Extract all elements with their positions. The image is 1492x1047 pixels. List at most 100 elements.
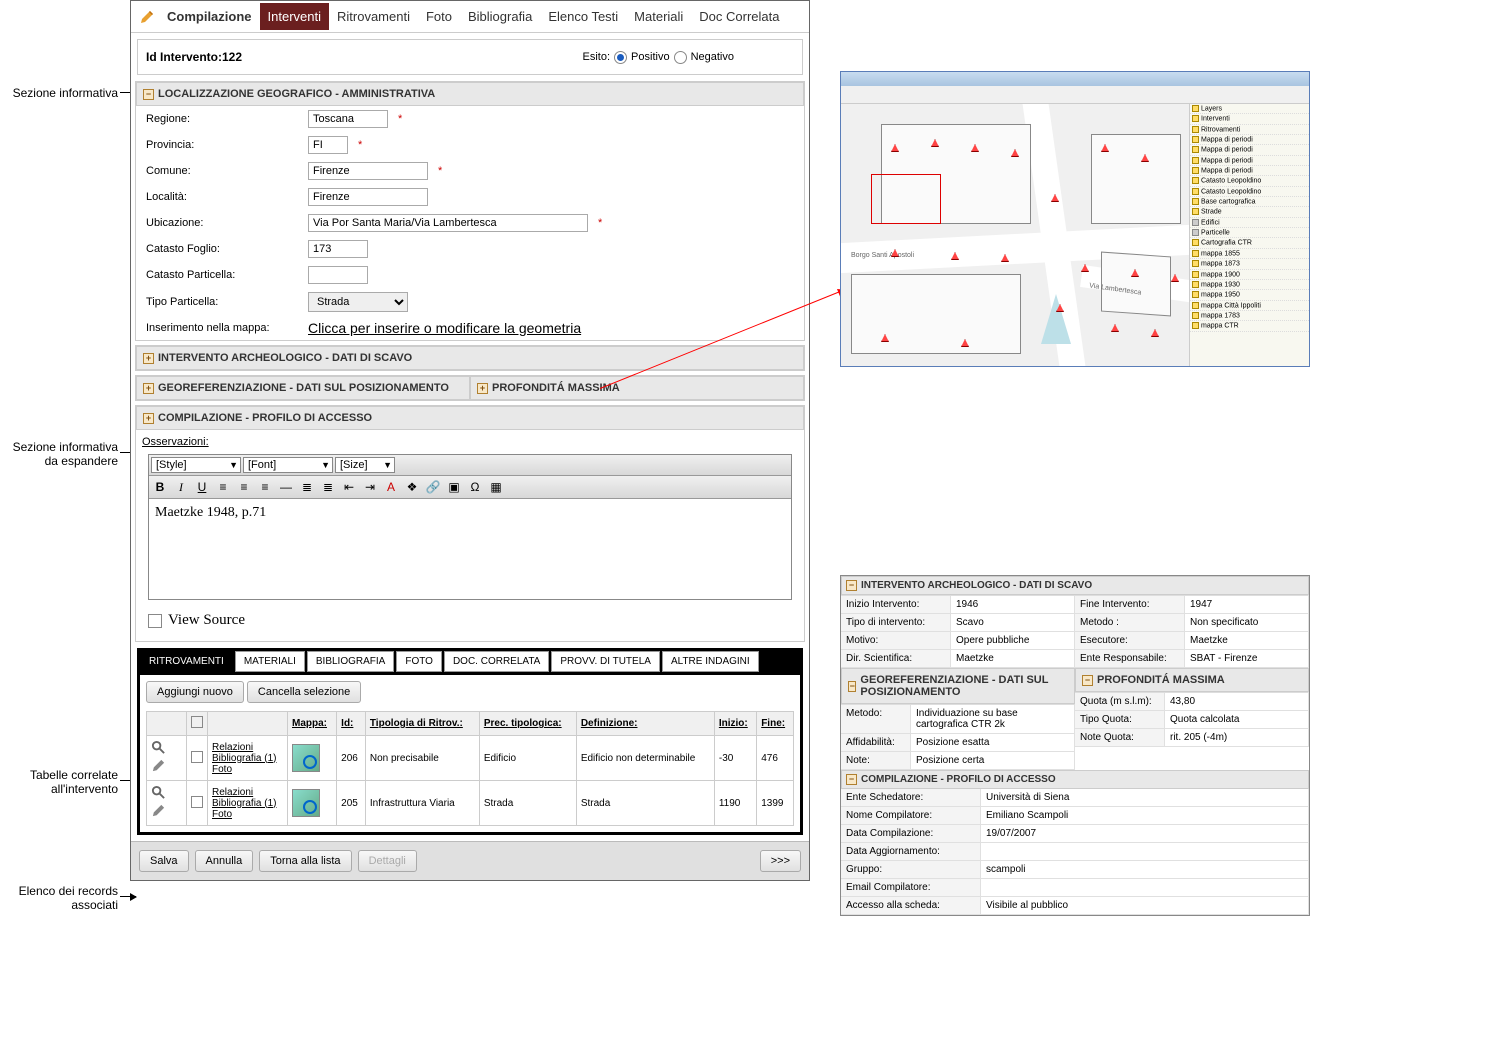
tab-ritrovamenti[interactable]: Ritrovamenti	[329, 3, 418, 30]
btn-salva[interactable]: Salva	[139, 850, 189, 872]
tab-compilazione[interactable]: Compilazione	[159, 3, 260, 30]
collapse-icon[interactable]: −	[1082, 675, 1093, 686]
link-relazioni[interactable]: Relazioni	[212, 787, 283, 798]
input-catasto-particella[interactable]	[308, 266, 368, 284]
link-foto[interactable]: Foto	[212, 809, 283, 820]
checkbox-row[interactable]	[191, 796, 203, 808]
cell-inizio: 1190	[714, 781, 756, 826]
underline-icon[interactable]: U	[193, 478, 211, 496]
main-form-panel: Compilazione Interventi Ritrovamenti Fot…	[130, 0, 810, 881]
section-localizzazione[interactable]: − LOCALIZZAZIONE GEOGRAFICO - AMMINISTRA…	[136, 82, 804, 106]
section-profondita[interactable]: + PROFONDITÁ MASSIMA	[470, 376, 804, 400]
bold-icon[interactable]: B	[151, 478, 169, 496]
magnify-icon[interactable]	[151, 740, 166, 755]
link-icon[interactable]: 🔗	[424, 478, 442, 496]
list-ordered-icon[interactable]: ≣	[298, 478, 316, 496]
table-icon[interactable]: ▦	[487, 478, 505, 496]
collapse-icon[interactable]: −	[848, 681, 856, 692]
link-relazioni[interactable]: Relazioni	[212, 742, 283, 753]
rp-section-profondita[interactable]: − PROFONDITÁ MASSIMA	[1075, 668, 1309, 692]
tab-interventi[interactable]: Interventi	[260, 3, 329, 30]
magnify-icon[interactable]	[151, 785, 166, 800]
checkbox-select-all[interactable]	[191, 716, 203, 728]
edit-icon[interactable]	[151, 803, 166, 818]
subtab-provv-tutela[interactable]: PROVV. DI TUTELA	[551, 651, 660, 672]
th-fine[interactable]: Fine:	[757, 712, 794, 736]
th-inizio[interactable]: Inizio:	[714, 712, 756, 736]
btn-aggiungi-nuovo[interactable]: Aggiungi nuovo	[146, 681, 244, 703]
th-mappa[interactable]: Mappa:	[288, 712, 337, 736]
expand-icon[interactable]: +	[477, 383, 488, 394]
symbol-icon[interactable]: Ω	[466, 478, 484, 496]
rp-section-compilazione[interactable]: − COMPILAZIONE - PROFILO DI ACCESSO	[841, 770, 1309, 789]
italic-icon[interactable]: I	[172, 478, 190, 496]
editor-style-select[interactable]: [Style]	[151, 457, 241, 473]
subtab-foto[interactable]: FOTO	[396, 651, 442, 672]
input-ubicazione[interactable]	[308, 214, 588, 232]
collapse-icon[interactable]: −	[846, 580, 857, 591]
rp-section-arch[interactable]: − INTERVENTO ARCHEOLOGICO - DATI DI SCAV…	[841, 576, 1309, 595]
outdent-icon[interactable]: ⇤	[340, 478, 358, 496]
tab-materiali[interactable]: Materiali	[626, 3, 691, 30]
link-foto[interactable]: Foto	[212, 764, 283, 775]
list-unordered-icon[interactable]: ≣	[319, 478, 337, 496]
hr-icon[interactable]: —	[277, 478, 295, 496]
select-tipo-particella[interactable]: Strada	[308, 292, 408, 312]
btn-cancella-selezione[interactable]: Cancella selezione	[247, 681, 361, 703]
radio-negativo[interactable]	[674, 51, 687, 64]
section-intervento-archeologico[interactable]: + INTERVENTO ARCHEOLOGICO - DATI DI SCAV…	[136, 346, 804, 370]
btn-next[interactable]: >>>	[760, 850, 801, 872]
tab-doc-correlata[interactable]: Doc Correlata	[691, 3, 787, 30]
editor-font-select[interactable]: [Font]	[243, 457, 333, 473]
align-right-icon[interactable]: ≡	[256, 478, 274, 496]
rp-section-georef[interactable]: − GEOREFERENZIAZIONE - DATI SUL POSIZION…	[841, 668, 1075, 704]
input-catasto-foglio[interactable]	[308, 240, 368, 258]
map-canvas[interactable]: Borgo Santi Apostoli Via Lambertesca	[841, 104, 1189, 366]
link-bibliografia[interactable]: Bibliografia (1)	[212, 753, 283, 764]
link-bibliografia[interactable]: Bibliografia (1)	[212, 798, 283, 809]
image-icon[interactable]: ▣	[445, 478, 463, 496]
cell-id: 206	[337, 736, 366, 781]
collapse-icon[interactable]: −	[143, 89, 154, 100]
checkbox-view-source[interactable]	[148, 614, 162, 628]
link-inserisci-geometria[interactable]: Clicca per inserire o modificare la geom…	[308, 320, 581, 336]
font-color-icon[interactable]: A	[382, 478, 400, 496]
input-regione[interactable]	[308, 110, 388, 128]
section-compilazione-profilo[interactable]: + COMPILAZIONE - PROFILO DI ACCESSO	[136, 406, 804, 430]
tab-foto[interactable]: Foto	[418, 3, 460, 30]
tab-bibliografia[interactable]: Bibliografia	[460, 3, 540, 30]
subtab-ritrovamenti[interactable]: RITROVAMENTI	[140, 651, 233, 672]
id-bar: Id Intervento:122 Esito: Positivo Negati…	[137, 39, 803, 75]
subtab-materiali[interactable]: MATERIALI	[235, 651, 305, 672]
map-layers-panel[interactable]: Layers Interventi Ritrovamenti Mappa di …	[1189, 104, 1309, 366]
expand-icon[interactable]: +	[143, 413, 154, 424]
edit-icon[interactable]	[151, 758, 166, 773]
bg-color-icon[interactable]: ❖	[403, 478, 421, 496]
th-id[interactable]: Id:	[337, 712, 366, 736]
indent-icon[interactable]: ⇥	[361, 478, 379, 496]
input-provincia[interactable]	[308, 136, 348, 154]
subtab-bibliografia[interactable]: BIBLIOGRAFIA	[307, 651, 394, 672]
input-localita[interactable]	[308, 188, 428, 206]
th-prec[interactable]: Prec. tipologica:	[479, 712, 576, 736]
th-tipologia[interactable]: Tipologia di Ritrov.:	[365, 712, 479, 736]
checkbox-row[interactable]	[191, 751, 203, 763]
input-comune[interactable]	[308, 162, 428, 180]
btn-torna-lista[interactable]: Torna alla lista	[259, 850, 351, 872]
th-definizione[interactable]: Definizione:	[576, 712, 714, 736]
radio-positivo[interactable]	[614, 51, 627, 64]
map-thumbnail[interactable]	[292, 789, 320, 817]
editor-size-select[interactable]: [Size]	[335, 457, 395, 473]
section-georeferenziazione[interactable]: + GEOREFERENZIAZIONE - DATI SUL POSIZION…	[136, 376, 470, 400]
expand-icon[interactable]: +	[143, 383, 154, 394]
subtab-doc-correlata[interactable]: DOC. CORRELATA	[444, 651, 549, 672]
editor-content[interactable]: Maetzke 1948, p.71	[149, 499, 791, 599]
expand-icon[interactable]: +	[143, 353, 154, 364]
align-center-icon[interactable]: ≡	[235, 478, 253, 496]
subtab-altre-indagini[interactable]: ALTRE INDAGINI	[662, 651, 759, 672]
btn-annulla[interactable]: Annulla	[195, 850, 254, 872]
align-left-icon[interactable]: ≡	[214, 478, 232, 496]
tab-elenco-testi[interactable]: Elenco Testi	[540, 3, 626, 30]
map-thumbnail[interactable]	[292, 744, 320, 772]
collapse-icon[interactable]: −	[846, 774, 857, 785]
